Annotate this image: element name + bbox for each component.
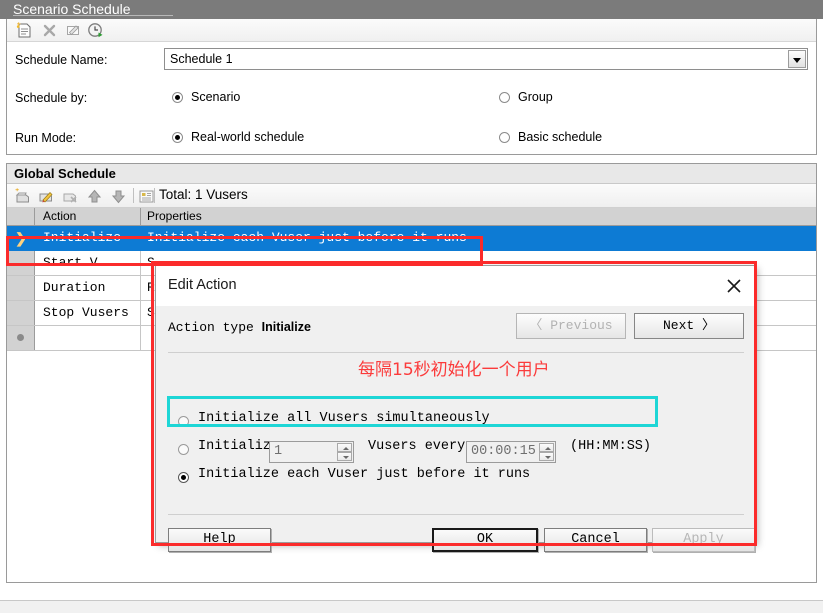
vusers-every-label: Vusers every	[368, 439, 466, 454]
cell-action: Stop Vusers	[43, 305, 129, 320]
cell-action: Start V...	[43, 255, 122, 270]
new-schedule-icon[interactable]	[15, 22, 32, 39]
row-col-sep	[140, 251, 141, 275]
toolbar-separator-2	[154, 188, 155, 203]
interval-decrement-icon[interactable]	[539, 452, 554, 461]
help-button[interactable]: Help	[168, 528, 271, 552]
header-sep-0	[34, 208, 35, 225]
schedule-name-label: Schedule Name:	[15, 53, 108, 67]
page-title: Scenario Schedule	[13, 1, 131, 17]
next-button[interactable]: Next 〉	[634, 313, 744, 339]
vusers-count-increment-icon[interactable]	[337, 443, 352, 452]
toolbar-separator-1	[133, 188, 134, 203]
init-each-before-run-radio[interactable]	[178, 472, 189, 483]
action-type-value: Initialize	[261, 320, 311, 334]
global-schedule-header: Global Schedule	[7, 164, 816, 184]
vusers-count-decrement-icon[interactable]	[337, 452, 352, 461]
schedule-name-value: Schedule 1	[170, 52, 233, 66]
dialog-divider-top	[168, 352, 744, 353]
row-gutter	[7, 301, 35, 325]
row-col-sep	[140, 276, 141, 300]
previous-button[interactable]: 〈 Previous	[516, 313, 626, 339]
schedule-name-combo[interactable]: Schedule 1	[164, 48, 808, 70]
cell-properties: S	[147, 305, 155, 320]
time-format-hint: (HH:MM:SS)	[570, 439, 652, 454]
global-schedule-title: Global Schedule	[14, 166, 116, 181]
interval-spin-buttons[interactable]	[539, 443, 554, 461]
row-col-sep	[140, 301, 141, 325]
init-each-before-run-label: Initialize each Vuser just before it run…	[198, 467, 531, 482]
dialog-title: Edit Action	[168, 277, 237, 293]
cell-action: Duration	[43, 280, 106, 295]
header-sep-1	[140, 208, 141, 225]
title-underline	[13, 15, 173, 16]
move-down-icon[interactable]	[110, 188, 127, 205]
dialog-title-bar: Edit Action	[156, 266, 754, 306]
ok-button[interactable]: OK	[432, 528, 538, 552]
run-mode-label: Run Mode:	[15, 131, 77, 145]
dialog-body: Action type Initialize 〈 Previous Next 〉…	[156, 306, 755, 552]
schedule-toolbar	[7, 19, 816, 42]
table-header: Action Properties	[7, 208, 816, 226]
bottom-status-strip	[0, 600, 823, 613]
new-row-marker-icon	[17, 334, 24, 341]
run-mode-realworld-label: Real-world schedule	[191, 130, 305, 144]
vusers-count-value: 1	[274, 444, 283, 459]
cancel-button[interactable]: Cancel	[544, 528, 647, 552]
run-mode-basic-radio[interactable]	[499, 132, 510, 143]
schedule-by-scenario-label: Scenario	[191, 90, 241, 104]
cell-properties: Initialize each Vuser just before it run…	[147, 230, 467, 245]
init-all-simultaneously-radio[interactable]	[178, 416, 189, 427]
edit-action-icon[interactable]	[38, 188, 55, 205]
init-gradual-label: Initializ	[198, 439, 271, 454]
schedule-by-group-radio[interactable]	[499, 92, 510, 103]
chevron-down-icon[interactable]	[788, 50, 806, 68]
row-col-sep	[140, 226, 141, 250]
dialog-divider-bottom	[168, 514, 744, 515]
action-type-label: Action type Initialize	[168, 320, 311, 335]
cell-properties: S	[147, 255, 155, 270]
vusers-count-spin-buttons[interactable]	[337, 443, 352, 461]
move-up-icon[interactable]	[86, 188, 103, 205]
app-window: Scenario Schedule Schedule Name: Schedul…	[0, 0, 823, 613]
total-vusers-label: Total: 1 Vusers	[159, 187, 248, 202]
interval-increment-icon[interactable]	[539, 443, 554, 452]
row-col-sep	[140, 326, 141, 350]
schedule-by-group-label: Group	[518, 90, 553, 104]
run-schedule-icon[interactable]	[87, 22, 104, 39]
row-gutter	[7, 251, 35, 275]
cell-properties: R	[147, 280, 155, 295]
interval-value: 00:00:15	[471, 444, 536, 459]
cell-action: Initialize	[43, 230, 122, 245]
apply-button[interactable]: Apply	[652, 528, 755, 552]
table-row[interactable]: ❯ Initialize Initialize each Vuser just …	[7, 226, 816, 251]
row-gutter: ❯	[7, 226, 35, 250]
interval-stepper[interactable]: 00:00:15	[466, 441, 556, 463]
delete-action-icon[interactable]	[62, 188, 79, 205]
new-action-icon[interactable]	[14, 188, 31, 205]
run-mode-realworld-radio[interactable]	[172, 132, 183, 143]
rename-schedule-icon[interactable]	[65, 22, 82, 39]
delete-schedule-icon[interactable]	[41, 22, 58, 39]
vusers-count-stepper[interactable]: 1	[269, 441, 354, 463]
action-type-prefix: Action type	[168, 320, 262, 335]
row-gutter	[7, 276, 35, 300]
column-header-properties[interactable]: Properties	[147, 209, 202, 223]
schedule-by-label: Schedule by:	[15, 91, 88, 105]
schedule-by-scenario-radio[interactable]	[172, 92, 183, 103]
close-icon[interactable]	[723, 275, 745, 297]
global-schedule-toolbar: Total: 1 Vusers	[7, 184, 816, 208]
schedule-definition-panel: Schedule Name: Schedule 1 Schedule by: S…	[6, 19, 817, 155]
column-header-action[interactable]: Action	[43, 209, 76, 223]
init-gradual-radio[interactable]	[178, 444, 189, 455]
edit-action-dialog: Edit Action Action type Initialize 〈 Pre…	[155, 265, 755, 552]
current-row-arrow-icon: ❯	[15, 230, 27, 246]
row-gutter	[7, 326, 35, 350]
scenario-schedule-title-bar: Scenario Schedule	[0, 0, 823, 19]
run-mode-basic-label: Basic schedule	[518, 130, 603, 144]
init-all-simultaneously-label: Initialize all Vusers simultaneously	[198, 411, 490, 426]
grid-view-icon[interactable]	[138, 188, 155, 205]
